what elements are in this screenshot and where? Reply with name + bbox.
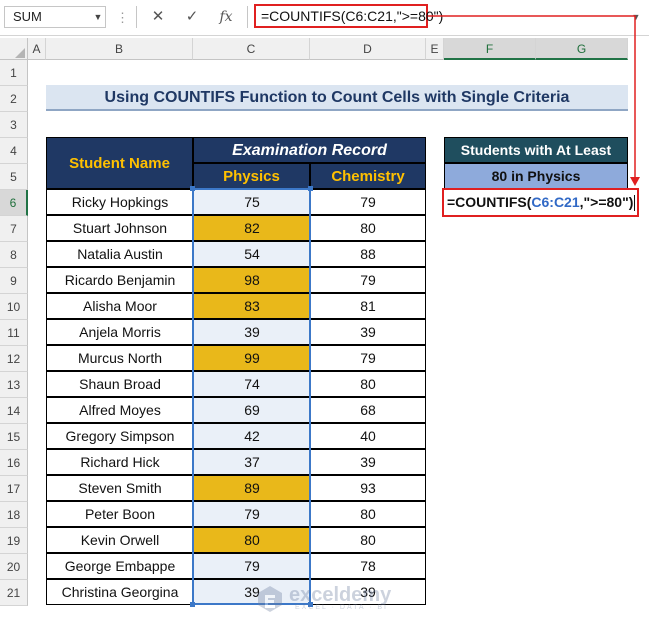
callout-arrow-head	[630, 177, 640, 186]
callout-arrow	[428, 15, 640, 186]
callout-arrow-line	[428, 15, 636, 178]
